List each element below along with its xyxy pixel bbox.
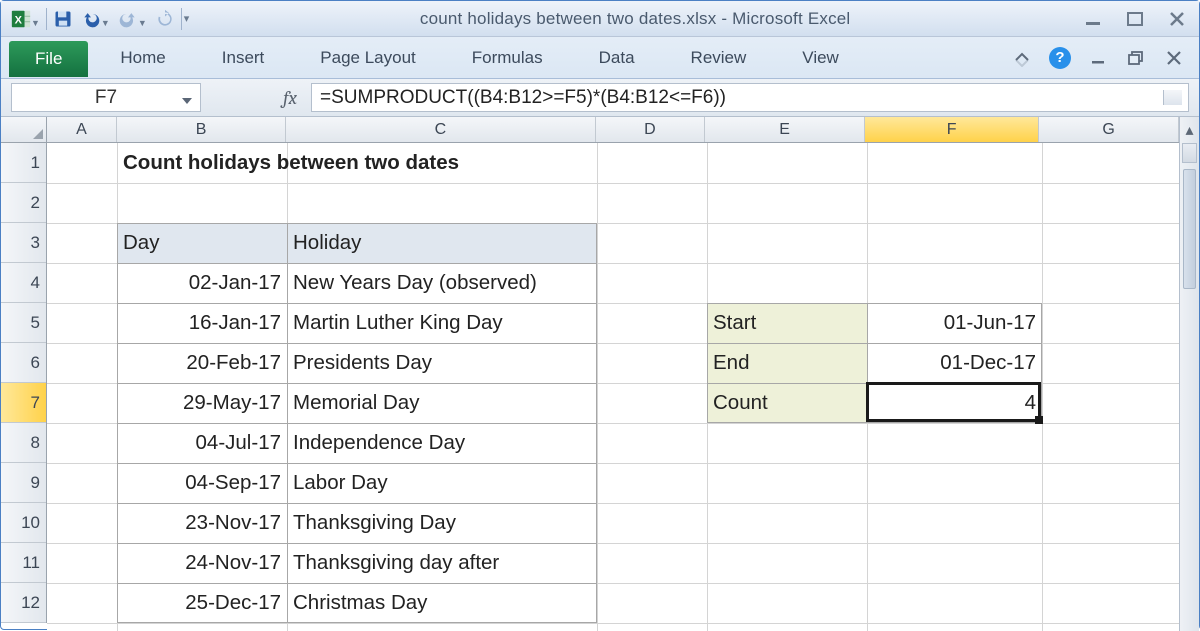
table-cell-holiday[interactable]: Thanksgiving Day xyxy=(287,503,597,543)
fx-label[interactable]: fx xyxy=(201,79,311,116)
column-headers[interactable]: ABCDEFG xyxy=(47,117,1179,143)
col-header-F[interactable]: F xyxy=(865,117,1040,142)
col-header-E[interactable]: E xyxy=(705,117,865,142)
table-cell-holiday[interactable]: Christmas Day xyxy=(287,583,597,623)
select-all-button[interactable] xyxy=(1,117,47,143)
table-cell-day[interactable]: 20-Feb-17 xyxy=(117,343,287,383)
file-tab[interactable]: File xyxy=(9,41,88,77)
table-header-holiday[interactable]: Holiday xyxy=(287,223,597,263)
minimize-icon[interactable] xyxy=(1081,7,1105,31)
tab-home[interactable]: Home xyxy=(92,37,193,78)
col-header-A[interactable]: A xyxy=(47,117,117,142)
col-header-B[interactable]: B xyxy=(117,117,287,142)
close-icon[interactable] xyxy=(1165,7,1189,31)
table-cell-day[interactable]: 25-Dec-17 xyxy=(117,583,287,623)
table-cell-day[interactable]: 24-Nov-17 xyxy=(117,543,287,583)
row-header-6[interactable]: 6 xyxy=(1,343,46,383)
table-cell-holiday[interactable]: Martin Luther King Day xyxy=(287,303,597,343)
qat-separator xyxy=(46,8,47,30)
qat-logo-dropdown-icon[interactable]: ▼ xyxy=(31,18,40,28)
ribbon: File Home Insert Page Layout Formulas Da… xyxy=(1,37,1199,79)
file-tab-label: File xyxy=(35,49,62,69)
value-end[interactable]: 01-Dec-17 xyxy=(867,343,1042,383)
cell-grid[interactable]: Count holidays between two dates DayHolid… xyxy=(47,143,1179,631)
table-header-day[interactable]: Day xyxy=(117,223,287,263)
row-header-8[interactable]: 8 xyxy=(1,423,46,463)
workbook-restore-icon[interactable] xyxy=(1123,45,1149,71)
value-start[interactable]: 01-Jun-17 xyxy=(867,303,1042,343)
table-cell-holiday[interactable]: Independence Day xyxy=(287,423,597,463)
page-title[interactable]: Count holidays between two dates xyxy=(117,143,867,183)
repeat-icon[interactable] xyxy=(151,5,179,33)
active-cell-indicator xyxy=(866,382,1041,422)
tab-formulas[interactable]: Formulas xyxy=(444,37,571,78)
col-header-D[interactable]: D xyxy=(596,117,706,142)
qat-separator-2 xyxy=(181,8,182,30)
maximize-icon[interactable] xyxy=(1123,7,1147,31)
vertical-scrollbar[interactable]: ▴ xyxy=(1179,117,1199,631)
cells-layer: Count holidays between two dates DayHolid… xyxy=(47,143,1179,631)
workbook-close-icon[interactable] xyxy=(1161,45,1187,71)
table-cell-day[interactable]: 23-Nov-17 xyxy=(117,503,287,543)
window-controls xyxy=(1081,7,1189,31)
row-header-7[interactable]: 7 xyxy=(1,383,46,423)
table-cell-holiday[interactable]: Thanksgiving day after xyxy=(287,543,597,583)
row-header-10[interactable]: 10 xyxy=(1,503,46,543)
scroll-thumb[interactable] xyxy=(1183,169,1196,289)
table-cell-day[interactable]: 29-May-17 xyxy=(117,383,287,423)
table-cell-holiday[interactable]: Presidents Day xyxy=(287,343,597,383)
scroll-up-icon[interactable]: ▴ xyxy=(1180,117,1199,143)
label-end[interactable]: End xyxy=(707,343,867,383)
table-cell-holiday[interactable]: Memorial Day xyxy=(287,383,597,423)
tab-view[interactable]: View xyxy=(774,37,867,78)
workbook-minimize-icon[interactable] xyxy=(1085,45,1111,71)
table-cell-day[interactable]: 04-Sep-17 xyxy=(117,463,287,503)
table-cell-holiday[interactable]: Labor Day xyxy=(287,463,597,503)
redo-dropdown-icon[interactable]: ▼ xyxy=(138,18,147,28)
row-header-1[interactable]: 1 xyxy=(1,143,46,183)
tab-review[interactable]: Review xyxy=(663,37,775,78)
undo-dropdown-icon[interactable]: ▼ xyxy=(101,18,110,28)
tab-data[interactable]: Data xyxy=(571,37,663,78)
row-header-2[interactable]: 2 xyxy=(1,183,46,223)
table-cell-holiday[interactable]: New Years Day (observed) xyxy=(287,263,597,303)
formula-input[interactable]: =SUMPRODUCT((B4:B12>=F5)*(B4:B12<=F6)) xyxy=(311,83,1189,112)
tab-page-layout[interactable]: Page Layout xyxy=(292,37,443,78)
customize-qat-dropdown-icon[interactable]: ▾ xyxy=(184,12,190,25)
svg-text:X: X xyxy=(15,14,23,26)
col-header-G[interactable]: G xyxy=(1039,117,1179,142)
col-header-C[interactable]: C xyxy=(286,117,595,142)
row-header-11[interactable]: 11 xyxy=(1,543,46,583)
title-bar: X ▼ ▼ ▼ ▾ count holidays between two dat… xyxy=(1,1,1199,37)
split-handle[interactable] xyxy=(1182,143,1197,163)
help-icon[interactable]: ? xyxy=(1047,45,1073,71)
table-cell-day[interactable]: 04-Jul-17 xyxy=(117,423,287,463)
tab-insert[interactable]: Insert xyxy=(194,37,293,78)
ribbon-minimize-icon[interactable] xyxy=(1009,45,1035,71)
save-icon[interactable] xyxy=(49,5,77,33)
window-title: count holidays between two dates.xlsx - … xyxy=(189,9,1081,29)
table-cell-day[interactable]: 16-Jan-17 xyxy=(117,303,287,343)
row-headers[interactable]: 123456789101112 xyxy=(1,143,47,623)
row-header-4[interactable]: 4 xyxy=(1,263,46,303)
name-box-value: F7 xyxy=(12,87,200,109)
label-start[interactable]: Start xyxy=(707,303,867,343)
row-header-5[interactable]: 5 xyxy=(1,303,46,343)
formula-bar: F7 fx =SUMPRODUCT((B4:B12>=F5)*(B4:B12<=… xyxy=(1,79,1199,117)
row-header-9[interactable]: 9 xyxy=(1,463,46,503)
ribbon-right-controls: ? xyxy=(1009,37,1191,78)
label-count[interactable]: Count xyxy=(707,383,867,423)
row-header-3[interactable]: 3 xyxy=(1,223,46,263)
row-header-12[interactable]: 12 xyxy=(1,583,46,623)
worksheet: ABCDEFG 123456789101112 Count holidays b… xyxy=(1,117,1199,631)
formula-text: =SUMPRODUCT((B4:B12>=F5)*(B4:B12<=F6)) xyxy=(320,87,726,109)
name-box[interactable]: F7 xyxy=(11,83,201,112)
quick-access-toolbar: X ▼ ▼ ▼ ▾ xyxy=(7,5,189,33)
table-cell-day[interactable]: 02-Jan-17 xyxy=(117,263,287,303)
